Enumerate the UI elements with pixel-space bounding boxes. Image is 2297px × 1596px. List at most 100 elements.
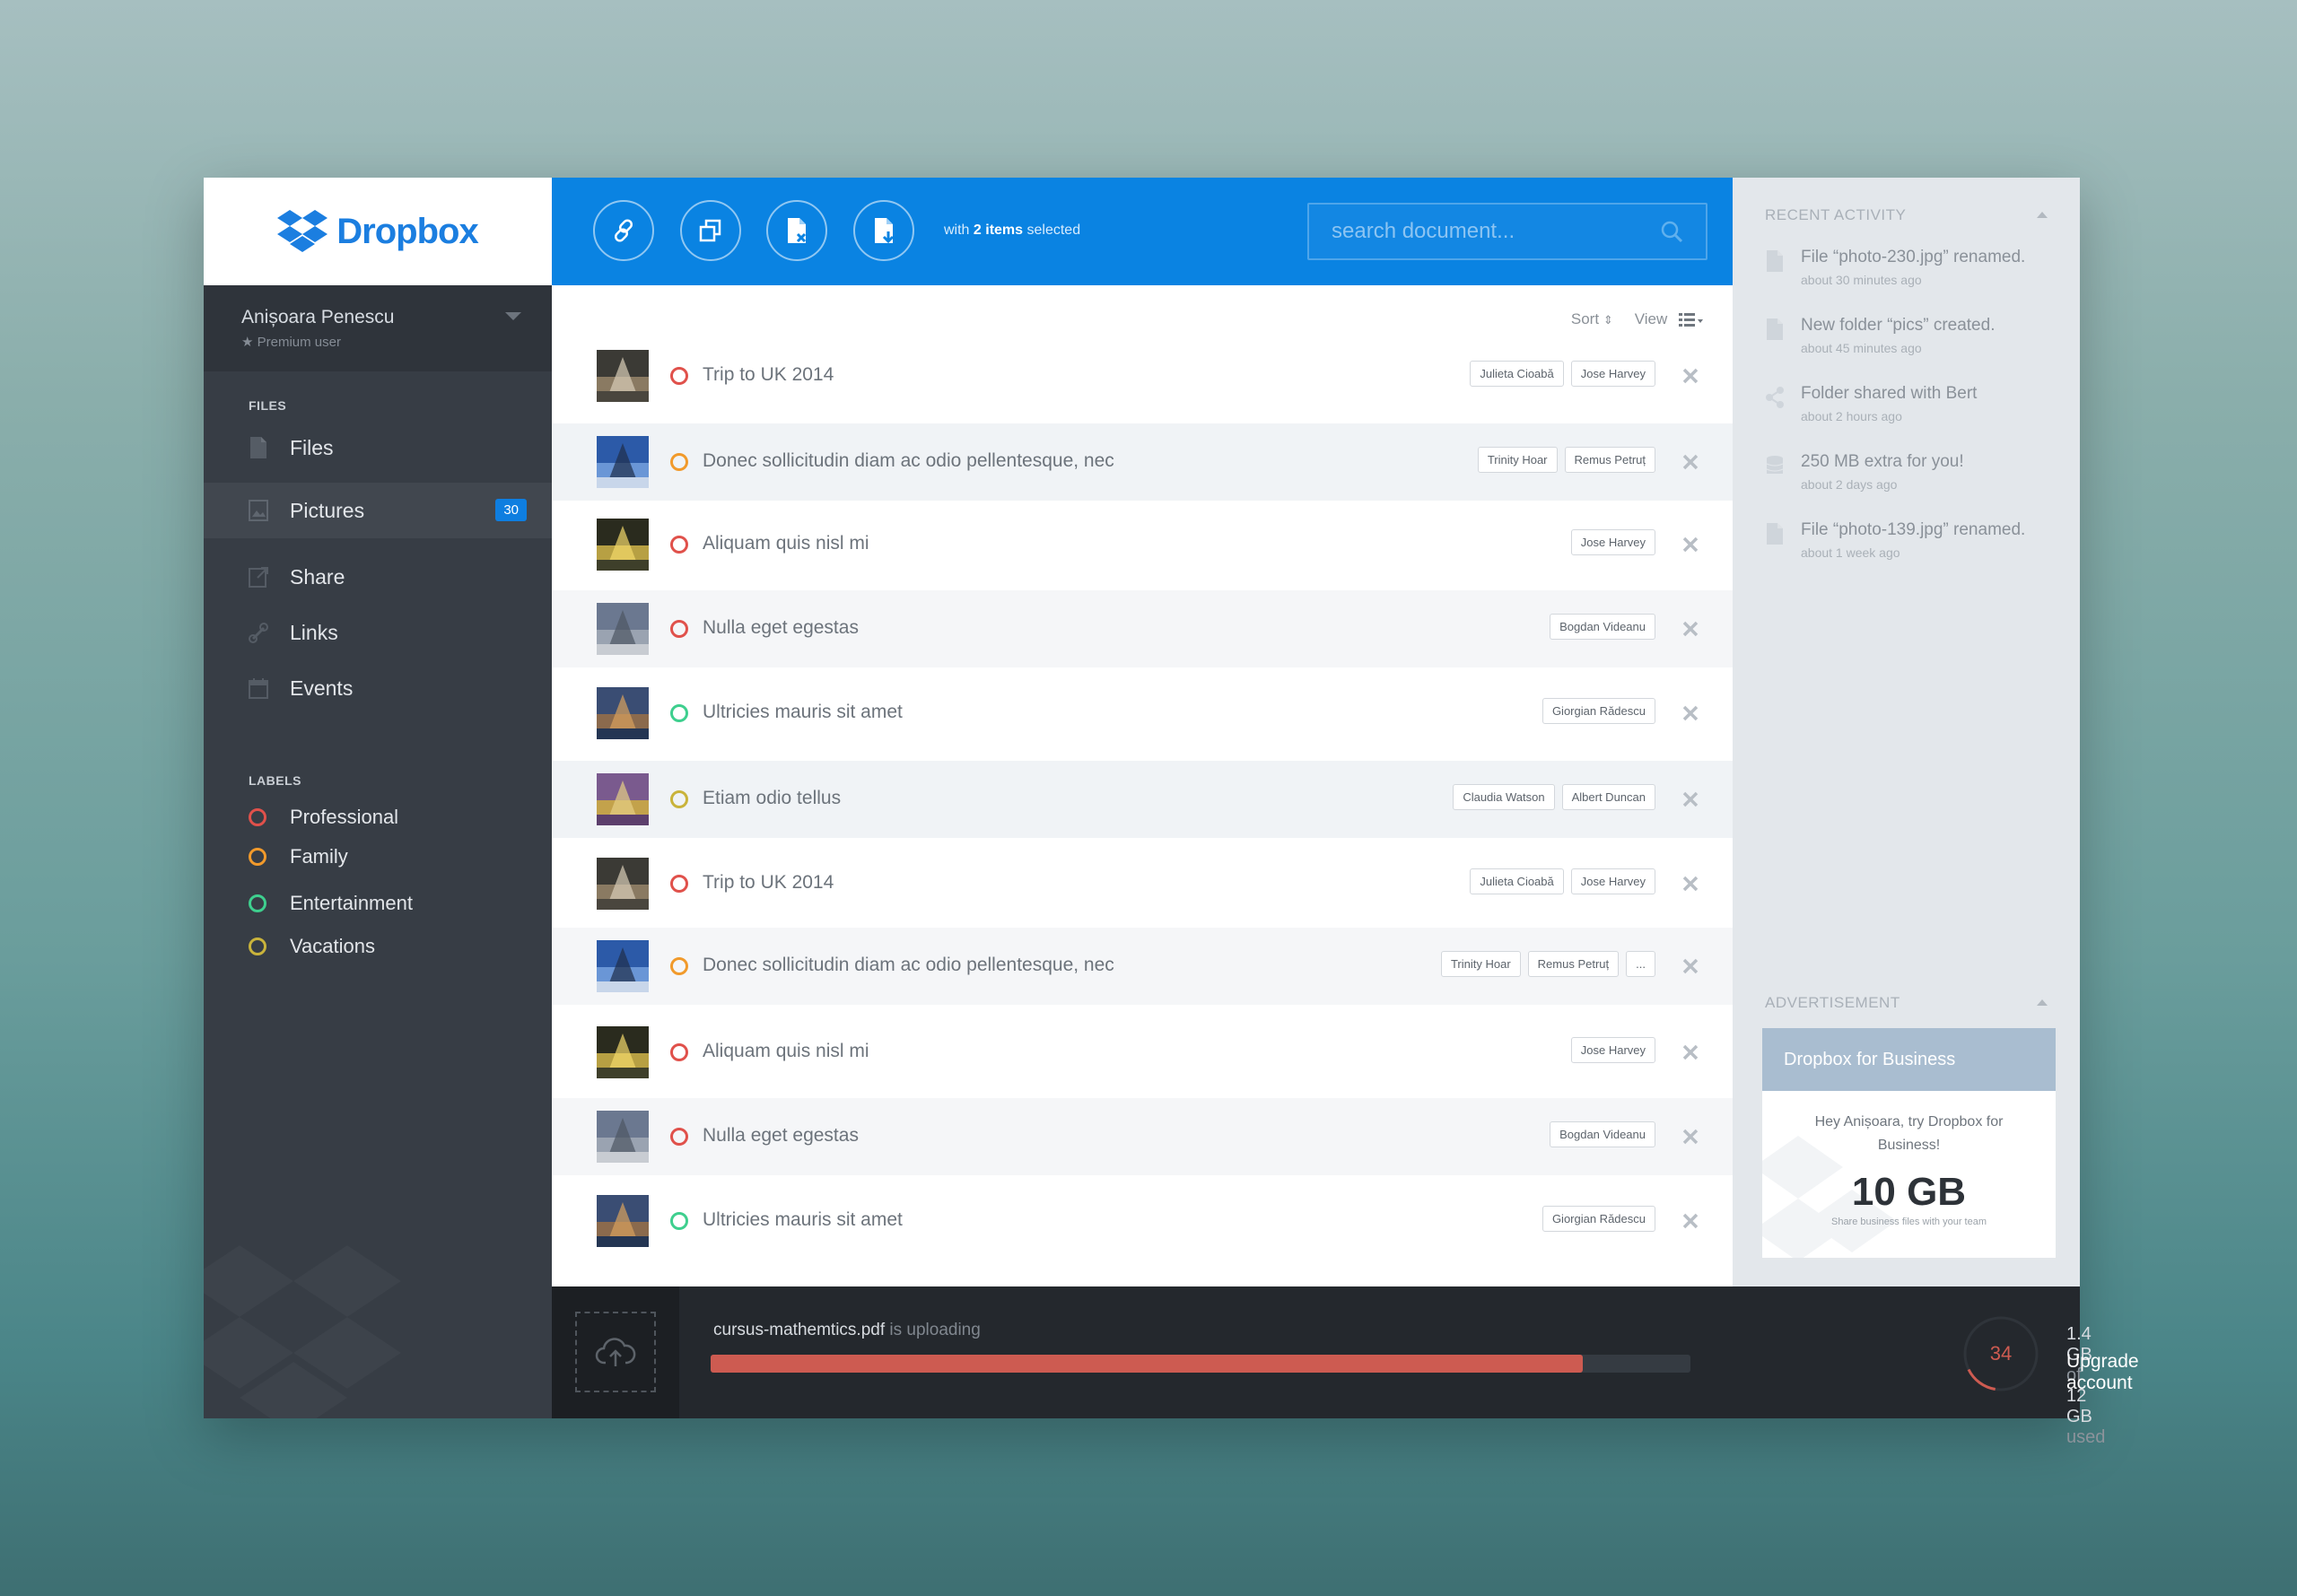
remove-icon[interactable]: [1682, 454, 1699, 470]
table-row[interactable]: Trip to UK 2014 Julieta Cioabă Jose Harvey: [552, 845, 1733, 922]
remove-icon[interactable]: [1682, 536, 1699, 553]
label-entertainment[interactable]: Entertainment: [249, 892, 413, 915]
file-title[interactable]: Ultricies mauris sit amet: [703, 1209, 903, 1231]
file-title[interactable]: Etiam odio tellus: [703, 788, 841, 809]
thumbnail-image[interactable]: [597, 940, 649, 992]
search-icon[interactable]: [1660, 220, 1683, 243]
user-tag[interactable]: Bogdan Videanu: [1550, 1121, 1655, 1147]
download-file-button[interactable]: [853, 200, 914, 261]
table-row[interactable]: Donec sollicitudin diam ac odio pellente…: [552, 423, 1733, 501]
user-menu[interactable]: Anișoara Penescu ★ Premium user: [204, 285, 552, 371]
upload-dropzone[interactable]: [575, 1312, 656, 1392]
activity-item[interactable]: New folder “pics” created. about 45 minut…: [1765, 316, 2052, 370]
copy-icon: [699, 219, 721, 242]
sort-button[interactable]: Sort ⇕: [1571, 310, 1613, 328]
table-row[interactable]: Etiam odio tellus Claudia Watson Albert Du…: [552, 761, 1733, 838]
user-tag[interactable]: Giorgian Rădescu: [1542, 1206, 1655, 1232]
user-tag[interactable]: Trinity Hoar: [1477, 447, 1558, 473]
user-tag[interactable]: Jose Harvey: [1570, 868, 1655, 894]
table-row[interactable]: Aliquam quis nisl mi Jose Harvey: [552, 506, 1733, 583]
user-tag[interactable]: Remus Petruț: [1527, 951, 1620, 977]
thumbnail-image[interactable]: [597, 687, 649, 739]
file-title[interactable]: Donec sollicitudin diam ac odio pellente…: [703, 955, 1114, 976]
table-row[interactable]: Aliquam quis nisl mi Jose Harvey: [552, 1014, 1733, 1091]
chevron-down-icon[interactable]: [505, 312, 521, 320]
table-row[interactable]: Nulla eget egestas Bogdan Videanu: [552, 1098, 1733, 1175]
sidebar: Dropbox Anișoara Penescu ★ Premium user …: [204, 178, 552, 1418]
thumbnail-image[interactable]: [597, 1026, 649, 1078]
thumbnail-image[interactable]: [597, 350, 649, 402]
remove-icon[interactable]: [1682, 1129, 1699, 1145]
thumbnail-image[interactable]: [597, 858, 649, 910]
remove-icon[interactable]: [1682, 1044, 1699, 1060]
user-tag[interactable]: Trinity Hoar: [1440, 951, 1521, 977]
collapse-ad-icon[interactable]: [2037, 999, 2048, 1006]
user-tag[interactable]: Jose Harvey: [1570, 1037, 1655, 1063]
upgrade-account-link[interactable]: Upgrade account: [2066, 1351, 2139, 1394]
thumbnail-image[interactable]: [597, 773, 649, 825]
thumbnail-image[interactable]: [597, 519, 649, 571]
table-row[interactable]: Ultricies mauris sit amet Giorgian Rădesc…: [552, 1182, 1733, 1260]
delete-file-button[interactable]: [766, 200, 827, 261]
collapse-activity-icon[interactable]: [2037, 212, 2048, 218]
file-title[interactable]: Ultricies mauris sit amet: [703, 702, 903, 723]
file-title[interactable]: Aliquam quis nisl mi: [703, 533, 869, 554]
activity-item[interactable]: File “photo-139.jpg” renamed. about 1 wee…: [1765, 520, 2052, 574]
sidebar-item-pictures[interactable]: Pictures 30: [204, 483, 552, 538]
sidebar-item-files[interactable]: Files: [204, 420, 552, 475]
link-button[interactable]: [593, 200, 654, 261]
thumbnail-image[interactable]: [597, 1195, 649, 1247]
remove-icon[interactable]: [1682, 705, 1699, 721]
remove-icon[interactable]: [1682, 621, 1699, 637]
file-title[interactable]: Nulla eget egestas: [703, 1125, 859, 1147]
copy-button[interactable]: [680, 200, 741, 261]
remove-icon[interactable]: [1682, 1213, 1699, 1229]
ad-title: Dropbox for Business: [1762, 1028, 2056, 1091]
thumbnail-image[interactable]: [597, 603, 649, 655]
file-title[interactable]: Aliquam quis nisl mi: [703, 1041, 869, 1062]
view-button[interactable]: View: [1635, 310, 1704, 328]
activity-time: about 1 week ago: [1801, 545, 1900, 560]
upload-zone[interactable]: [552, 1286, 679, 1418]
user-tag[interactable]: ...: [1626, 951, 1655, 977]
share-icon: [1766, 387, 1784, 408]
user-tag[interactable]: Jose Harvey: [1570, 361, 1655, 387]
table-row[interactable]: Ultricies mauris sit amet Giorgian Rădesc…: [552, 675, 1733, 752]
file-icon: [250, 437, 266, 458]
user-tag[interactable]: Albert Duncan: [1561, 784, 1655, 810]
search-input[interactable]: search document...: [1307, 203, 1707, 260]
user-tag[interactable]: Giorgian Rădescu: [1542, 698, 1655, 724]
ad-card[interactable]: Dropbox for Business Hey Anișoara, try D…: [1762, 1028, 2056, 1258]
table-row[interactable]: Trip to UK 2014 Julieta Cioabă Jose Harvey: [552, 337, 1733, 414]
label-ring-icon: [670, 875, 688, 893]
user-tag[interactable]: Claudia Watson: [1453, 784, 1555, 810]
user-tag[interactable]: Julieta Cioabă: [1470, 361, 1564, 387]
logo[interactable]: Dropbox: [204, 178, 552, 285]
label-professional[interactable]: Professional: [249, 806, 398, 829]
thumbnail-image[interactable]: [597, 436, 649, 488]
activity-item[interactable]: Folder shared with Bert about 2 hours ago: [1765, 384, 2052, 438]
sidebar-item-links[interactable]: Links: [204, 605, 552, 660]
activity-item[interactable]: File “photo-230.jpg” renamed. about 30 mi…: [1765, 248, 2052, 301]
user-tag[interactable]: Bogdan Videanu: [1550, 614, 1655, 640]
sidebar-item-events[interactable]: Events: [204, 660, 552, 716]
table-row[interactable]: Donec sollicitudin diam ac odio pellente…: [552, 928, 1733, 1005]
file-title[interactable]: Nulla eget egestas: [703, 617, 859, 639]
user-tag[interactable]: Remus Petruț: [1564, 447, 1655, 473]
thumbnail-image[interactable]: [597, 1111, 649, 1163]
sidebar-item-share[interactable]: Share: [204, 549, 552, 605]
user-tag[interactable]: Julieta Cioabă: [1470, 868, 1564, 894]
label-vacations[interactable]: Vacations: [249, 935, 375, 958]
remove-icon[interactable]: [1682, 958, 1699, 974]
remove-icon[interactable]: [1682, 876, 1699, 892]
file-title[interactable]: Trip to UK 2014: [703, 872, 834, 894]
activity-item[interactable]: 250 MB extra for you! about 2 days ago: [1765, 452, 2052, 506]
remove-icon[interactable]: [1682, 791, 1699, 807]
file-title[interactable]: Donec sollicitudin diam ac odio pellente…: [703, 450, 1114, 472]
storage-gauge-value: 34: [1990, 1342, 2012, 1365]
table-row[interactable]: Nulla eget egestas Bogdan Videanu: [552, 590, 1733, 667]
user-tag[interactable]: Jose Harvey: [1570, 529, 1655, 555]
file-title[interactable]: Trip to UK 2014: [703, 364, 834, 386]
remove-icon[interactable]: [1682, 368, 1699, 384]
label-family[interactable]: Family: [249, 845, 348, 868]
